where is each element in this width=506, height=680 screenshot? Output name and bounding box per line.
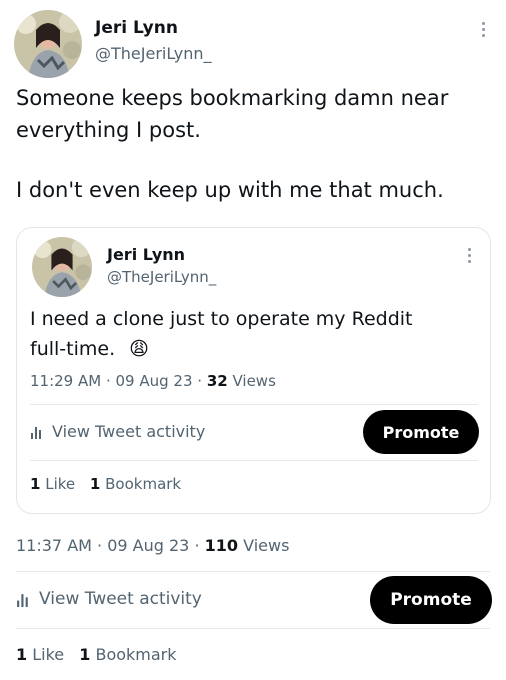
quoted-tweet-text-line: full-time. 😩 bbox=[30, 334, 149, 364]
likes-label: Like bbox=[32, 645, 65, 664]
tweet-text-line: Someone keeps bookmarking damn near bbox=[16, 86, 449, 110]
divider bbox=[30, 404, 478, 405]
engagement-counts: 1 Like 1 Bookmark bbox=[16, 645, 177, 664]
quoted-author-avatar[interactable] bbox=[32, 237, 92, 297]
quoted-likes-count: 1 bbox=[30, 475, 41, 493]
quoted-author-name[interactable]: Jeri Lynn bbox=[107, 245, 185, 264]
views-label: Views bbox=[243, 536, 290, 555]
bar-chart-icon bbox=[31, 426, 41, 439]
quoted-bookmarks-label: Bookmark bbox=[105, 475, 182, 493]
tweet-time[interactable]: 11:37 AM bbox=[16, 536, 92, 555]
quoted-more-options-icon[interactable] bbox=[468, 248, 472, 266]
views-count: 110 bbox=[204, 536, 239, 555]
likes[interactable]: 1 Like bbox=[16, 645, 64, 664]
quoted-promote-button[interactable]: Promote bbox=[363, 410, 479, 454]
quoted-likes-label: Like bbox=[45, 475, 76, 493]
quoted-tweet-date[interactable]: 09 Aug 23 bbox=[116, 372, 193, 390]
tweet-meta: 11:37 AM · 09 Aug 23 · 110 Views bbox=[16, 536, 290, 555]
quoted-view-activity-link[interactable]: View Tweet activity bbox=[30, 422, 205, 441]
quoted-tweet-time[interactable]: 11:29 AM bbox=[30, 372, 101, 390]
quoted-author-handle[interactable]: @TheJeriLynn_ bbox=[107, 268, 216, 286]
bar-chart-icon bbox=[17, 593, 28, 607]
likes-count: 1 bbox=[16, 645, 28, 664]
author-handle[interactable]: @TheJeriLynn_ bbox=[95, 44, 212, 63]
tweet-date[interactable]: 09 Aug 23 bbox=[107, 536, 189, 555]
more-options-icon[interactable] bbox=[482, 22, 486, 40]
quoted-bookmarks-count: 1 bbox=[89, 475, 101, 493]
quoted-activity-label: View Tweet activity bbox=[52, 422, 206, 441]
author-name[interactable]: Jeri Lynn bbox=[95, 18, 178, 38]
bookmarks-label: Bookmark bbox=[95, 645, 177, 664]
bookmarks[interactable]: 1 Bookmark bbox=[79, 645, 176, 664]
weary-face-emoji: 😩 bbox=[129, 338, 149, 360]
tweet-text-line: everything I post. bbox=[16, 118, 201, 142]
activity-label: View Tweet activity bbox=[39, 589, 202, 609]
quoted-tweet-meta: 11:29 AM · 09 Aug 23 · 32 Views bbox=[30, 372, 276, 390]
divider bbox=[30, 460, 478, 461]
quoted-tweet-text: full-time. bbox=[30, 338, 116, 360]
promote-button[interactable]: Promote bbox=[370, 576, 492, 624]
divider bbox=[16, 628, 490, 629]
quoted-views-count: 32 bbox=[206, 372, 228, 390]
quoted-tweet-text-line: I need a clone just to operate my Reddit bbox=[30, 308, 413, 330]
divider bbox=[16, 571, 490, 572]
quoted-views-label: Views bbox=[232, 372, 276, 390]
quoted-likes[interactable]: 1 Like bbox=[30, 475, 75, 493]
tweet-text-line: I don't even keep up with me that much. bbox=[16, 178, 444, 202]
author-avatar[interactable] bbox=[14, 10, 82, 78]
quoted-bookmarks[interactable]: 1 Bookmark bbox=[90, 475, 181, 493]
bookmarks-count: 1 bbox=[79, 645, 91, 664]
quoted-engagement-counts: 1 Like 1 Bookmark bbox=[30, 475, 181, 493]
view-activity-link[interactable]: View Tweet activity bbox=[16, 589, 202, 609]
